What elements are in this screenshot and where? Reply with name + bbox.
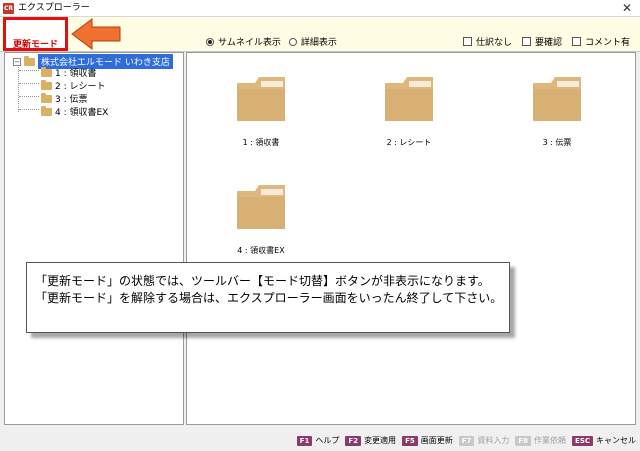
f2-apply-changes-button[interactable]: F2 変更適用: [345, 435, 396, 446]
function-key-bar: F1 ヘルプ F2 変更適用 F5 画面更新 F7 資料入力 F8 作業依頼 E…: [0, 429, 640, 451]
folder-icon: [41, 92, 52, 103]
radio-detail-view[interactable]: 詳細表示: [288, 35, 337, 48]
radio-thumbnail-indicator[interactable]: [206, 37, 214, 46]
checkbox-no-journal-label: 仕訳なし: [475, 38, 512, 48]
checkbox-has-comment[interactable]: コメント有: [571, 35, 630, 48]
close-icon[interactable]: ✕: [620, 1, 634, 15]
folder-label: 4 : 領収書EX: [237, 246, 285, 255]
f5-label: 画面更新: [420, 436, 453, 445]
annotation-callout: 「更新モード」の状態では、ツールバー【モード切替】ボタンが非表示になります。 「…: [26, 262, 510, 333]
window-title: エクスプローラー: [18, 3, 90, 13]
checkbox-no-journal-box[interactable]: [462, 37, 472, 46]
folder-label: 2 : レシート: [386, 138, 432, 147]
title-bar: CR エクスプローラー ✕: [0, 0, 640, 17]
esc-label: キャンセル: [596, 436, 636, 445]
tree-item-receipts-ex[interactable]: 4 : 領収書EX: [41, 105, 108, 118]
checkbox-has-comment-label: コメント有: [584, 38, 630, 48]
radio-thumbnail-view[interactable]: サムネイル表示: [206, 35, 281, 48]
tree-item-receipts[interactable]: 1 : 領収書: [41, 66, 96, 79]
update-mode-label: 更新モード: [13, 40, 59, 50]
checkbox-no-journal[interactable]: 仕訳なし: [462, 35, 512, 48]
tree-connector: [19, 70, 39, 71]
checkbox-needs-review-label: 要確認: [534, 38, 562, 48]
f2-key-badge: F2: [345, 435, 362, 446]
folder-icon: [237, 73, 285, 121]
checkbox-needs-review[interactable]: 要確認: [521, 35, 562, 48]
tree-item-label: 2 : レシート: [55, 82, 106, 92]
f1-label: ヘルプ: [315, 436, 340, 445]
f7-key-badge: F7: [458, 435, 475, 446]
radio-detail-label: 詳細表示: [300, 38, 337, 48]
esc-key-badge: ESC: [572, 435, 593, 446]
tree-connector: [19, 96, 39, 97]
tree-connector: [19, 109, 39, 110]
folder-icon: [41, 105, 52, 116]
tree-connector: [19, 83, 39, 84]
callout-line-2: 「更新モード」を解除する場合は、エクスプローラー画面をいったん終了して下さい。: [35, 291, 503, 305]
f7-data-entry-button[interactable]: F7 資料入力: [458, 435, 510, 446]
view-mode-radio-group: サムネイル表示 詳細表示: [206, 35, 337, 48]
tree-item-label: 1 : 領収書: [55, 69, 97, 79]
filter-checkbox-group: 仕訳なし 要確認 コメント有: [462, 35, 630, 48]
esc-cancel-button[interactable]: ESC キャンセル: [572, 435, 636, 446]
checkbox-needs-review-box[interactable]: [521, 37, 531, 46]
thumbnail-panel: 1 : 領収書 2 : レシート 3 : 伝票 4 : 領収書EX: [186, 52, 636, 425]
folder-tile-receipt-slips[interactable]: 2 : レシート: [359, 67, 459, 148]
update-mode-highlight: 更新モード: [3, 17, 68, 51]
radio-thumbnail-label: サムネイル表示: [218, 38, 281, 48]
f8-label: 作業依頼: [534, 436, 567, 445]
f5-refresh-button[interactable]: F5 画面更新: [402, 435, 453, 446]
folder-icon: [533, 77, 581, 121]
folder-tile-receipts[interactable]: 1 : 領収書: [211, 67, 311, 148]
folder-icon: [385, 77, 433, 121]
tree-item-receipt-slips[interactable]: 2 : レシート: [41, 79, 105, 92]
checkbox-has-comment-box[interactable]: [571, 37, 581, 46]
left-arrow-icon: [71, 18, 121, 50]
folder-tile-vouchers[interactable]: 3 : 伝票: [507, 67, 607, 148]
folder-icon: [41, 79, 52, 90]
folder-tile-receipts-ex[interactable]: 4 : 領収書EX: [211, 175, 311, 256]
folder-tree-panel: − 株式会社エルモード いわき支店 1 : 領収書 2 : レシート 3 : 伝…: [4, 52, 184, 425]
tree-item-label: 4 : 領収書EX: [55, 108, 109, 118]
f1-key-badge: F1: [296, 435, 313, 446]
f7-label: 資料入力: [477, 436, 510, 445]
folder-icon: [24, 55, 35, 66]
app-icon: CR: [3, 3, 14, 14]
folder-label: 1 : 領収書: [242, 138, 280, 147]
folder-icon: [237, 185, 285, 229]
f2-label: 変更適用: [364, 436, 397, 445]
f1-help-button[interactable]: F1 ヘルプ: [296, 435, 340, 446]
toolbar: 更新モード サムネイル表示 詳細表示 仕訳なし 要確認 コメント有: [0, 17, 640, 52]
tree-item-vouchers[interactable]: 3 : 伝票: [41, 92, 87, 105]
radio-detail-indicator[interactable]: [288, 37, 297, 46]
folder-icon: [41, 66, 52, 77]
f5-key-badge: F5: [402, 435, 418, 446]
f8-key-badge: F8: [515, 435, 532, 446]
tree-item-label: 3 : 伝票: [55, 95, 88, 105]
tree-connector: [18, 64, 19, 112]
f8-work-request-button[interactable]: F8 作業依頼: [515, 435, 566, 446]
callout-line-1: 「更新モード」の状態では、ツールバー【モード切替】ボタンが非表示になります。: [35, 274, 490, 288]
folder-label: 3 : 伝票: [542, 138, 572, 147]
collapse-toggle-icon[interactable]: −: [13, 57, 21, 66]
